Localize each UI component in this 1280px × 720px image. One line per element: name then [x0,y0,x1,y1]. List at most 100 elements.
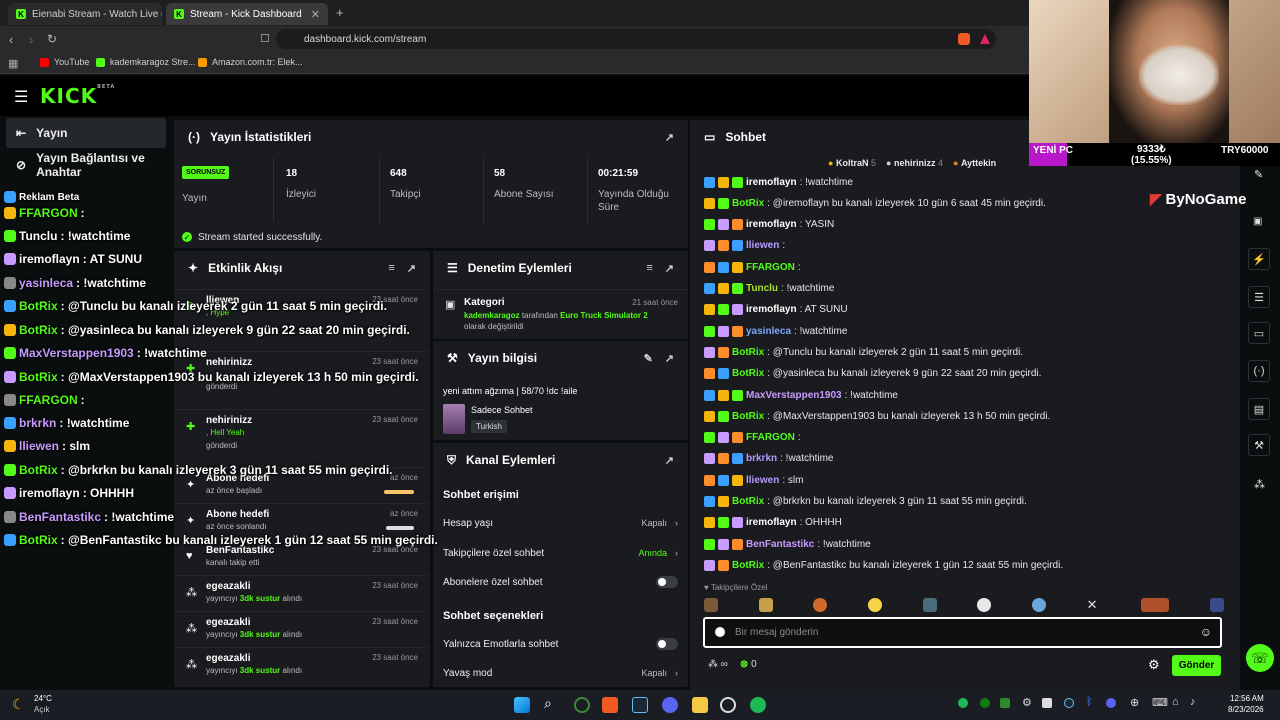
chat-username[interactable]: lliewen [746,475,779,486]
setting-followers-only[interactable]: Takipçilere özel sohbet Anında › [443,539,678,567]
emote-icon[interactable] [922,598,937,612]
chat-username[interactable]: lliewen [746,240,779,251]
popout-icon[interactable]: ↗ [665,131,674,144]
wrench-icon[interactable]: ⚒ [1248,434,1270,456]
chat-icon[interactable]: ▭ [1248,322,1270,344]
filter-icon[interactable]: ≡ [388,262,394,275]
popout-icon[interactable]: ↗ [407,262,416,275]
chat-username[interactable]: iremoflayn [746,517,797,528]
tray-steam-icon[interactable] [1064,698,1074,708]
file-explorer-icon[interactable] [692,697,708,713]
rewards-icon[interactable] [980,34,990,44]
broadcast-icon[interactable]: (·) [1248,360,1270,382]
chat-username[interactable]: FFARGON [746,262,795,273]
tray-app-icon[interactable] [1042,698,1052,708]
windows-start-icon[interactable] [514,697,530,713]
chat-username[interactable]: BotRix [732,411,764,422]
bluetooth-icon[interactable]: ᛒ [1086,696,1093,708]
sidebar-item-stream[interactable]: ⇤ Yayın [6,118,166,148]
tray-xbox-icon[interactable] [980,698,990,708]
tray-settings-icon[interactable]: ⚙ [1022,696,1032,709]
apps-grid-icon[interactable]: ▦ [8,57,18,70]
discord-icon[interactable] [662,697,678,713]
settings-gear-icon[interactable]: ⚙ [1148,657,1160,673]
tray-icon[interactable]: ⊕ [1130,696,1139,709]
brave-shield-icon[interactable] [958,33,970,45]
spotify-icon[interactable] [750,697,766,713]
list-icon[interactable]: ☰ [1248,286,1270,308]
lightning-icon[interactable]: ⚡ [1248,248,1270,270]
event-sub-post: alındı [280,630,303,639]
chat-username[interactable]: BotRix [732,347,764,358]
forward-icon[interactable]: › [29,32,33,47]
tray-spotify-icon[interactable] [958,698,968,708]
emote-only-toggle[interactable] [656,638,678,650]
chat-input[interactable]: Bir mesaj gönderin ☺ [703,617,1222,648]
popout-icon[interactable]: ↗ [665,262,674,275]
chat-username[interactable]: MaxVerstappen1903 [746,390,842,401]
volume-icon[interactable]: ♪ [1190,696,1196,708]
emote-icon[interactable] [1141,598,1170,612]
chat-username[interactable]: iremoflayn [746,177,797,188]
channel-points-icon[interactable]: ⁂ [1254,478,1265,491]
chat-username[interactable]: FFARGON [746,432,795,443]
emote-icon[interactable] [704,598,718,612]
clock-time[interactable]: 12:56 AM [1230,694,1264,703]
chat-username[interactable]: Tunclu [746,283,778,294]
app-icon[interactable] [574,697,590,713]
chat-username[interactable]: BotRix [732,496,764,507]
subscribers-only-toggle[interactable] [656,576,678,588]
chat-username[interactable]: iremoflayn [746,304,797,315]
new-tab-button[interactable]: + [336,5,344,20]
filter-icon[interactable]: ≡ [646,262,652,275]
moderation-icon[interactable]: ▤ [1248,398,1270,420]
setting-slow-mode[interactable]: Yavaş mod Kapalı › [443,659,678,687]
steam-icon[interactable] [632,697,648,713]
network-icon[interactable]: ⌂ [1172,696,1179,708]
chat-username[interactable]: yasinleca [746,326,791,337]
search-icon[interactable]: ⌕ [544,695,552,712]
url-field[interactable]: dashboard.kick.com/stream [276,29,996,49]
back-icon[interactable]: ‹ [9,32,13,47]
popout-icon[interactable]: ↗ [665,454,674,467]
language-icon[interactable]: ⌨ [1152,696,1168,709]
edit-icon[interactable]: ✎ [644,352,653,365]
reload-icon[interactable]: ↻ [47,32,57,46]
chat-username[interactable]: iremoflayn [746,219,797,230]
emote-icon[interactable] [758,598,773,612]
chat-badge-icon [704,240,715,252]
tab-2[interactable]: K Stream - Kick Dashboard ✕ [166,3,328,25]
chat-username[interactable]: BotRix [732,198,764,209]
obs-icon[interactable] [720,697,736,713]
emote-icon[interactable]: ✕ [1087,598,1101,612]
send-button[interactable]: Gönder [1172,655,1221,676]
chat-username[interactable]: BotRix [732,368,764,379]
bookmark-amazon[interactable]: Amazon.com.tr: Elek... [198,57,303,67]
chat-username[interactable]: brkrkn [746,453,777,464]
tray-discord-icon[interactable] [1106,698,1116,708]
bookmark-kick[interactable]: kademkaragoz Stre... [96,57,196,67]
clock-date[interactable]: 8/23/2026 [1228,705,1264,714]
edit-layout-icon[interactable]: ✎ [1254,168,1263,181]
menu-icon[interactable]: ☰ [14,87,28,107]
chat-username[interactable]: BenFantastikc [746,539,814,550]
emote-icon[interactable] [1209,598,1224,612]
bookmark-youtube[interactable]: YouTube [40,57,89,67]
window-icon[interactable]: ▣ [1253,216,1262,227]
brave-icon[interactable] [602,697,618,713]
emote-icon[interactable] [1031,598,1046,612]
tab-1[interactable]: K Eienabi Stream - Watch Live on K [8,3,162,25]
sidebar-item-stream-key[interactable]: ⊘ Yayın Bağlantısı ve Anahtar [6,150,166,180]
bookmark-icon[interactable]: ☐ [260,32,270,45]
emote-icon[interactable] [977,598,992,612]
popout-icon[interactable]: ↗ [665,352,674,365]
emote-icon[interactable] [813,598,828,612]
emoji-icon[interactable]: ☺ [1200,625,1212,639]
support-icon[interactable]: ☏ [1246,644,1274,672]
setting-account-age[interactable]: Hesap yaşı Kapalı › [443,509,678,537]
close-tab-icon[interactable]: ✕ [305,8,320,21]
emote-icon[interactable] [867,598,882,612]
chat-username[interactable]: BotRix [732,560,764,571]
tray-app-icon[interactable] [1000,698,1010,708]
kick-logo[interactable]: KICKBETA [40,84,115,108]
